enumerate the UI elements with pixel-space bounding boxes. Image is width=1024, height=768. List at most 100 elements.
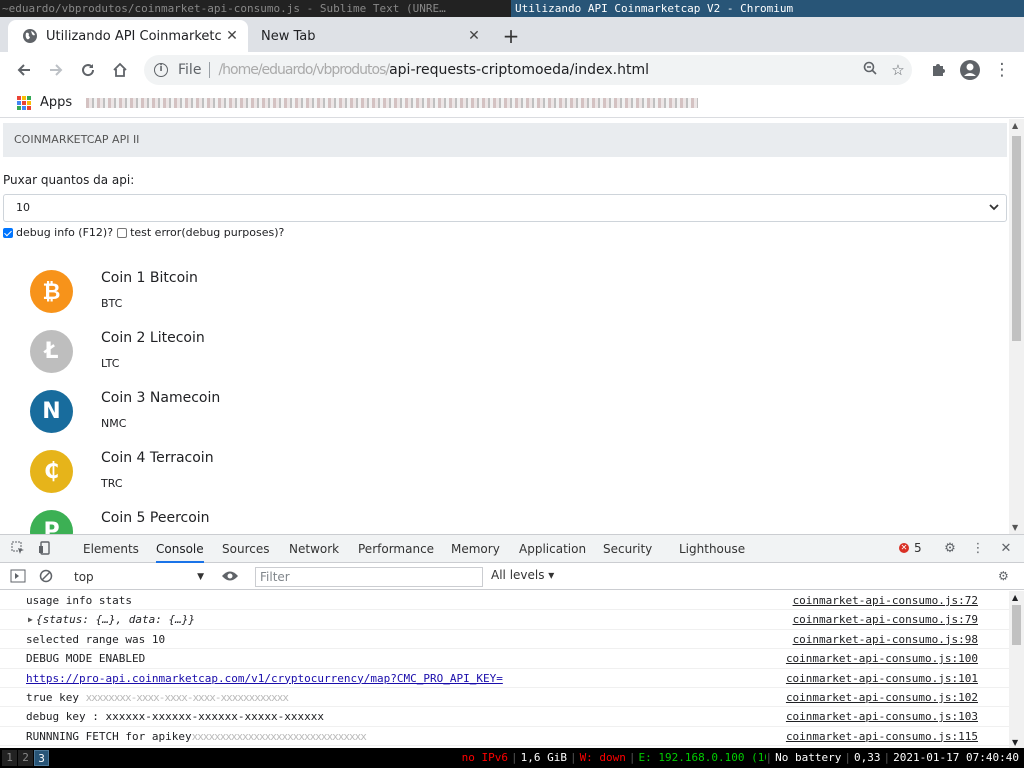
coin-symbol: LTC — [101, 357, 120, 370]
window-manager-titlebar: ~eduardo/vbprodutos/coinmarket-api-consu… — [0, 0, 1024, 17]
console-source-link[interactable]: coinmarket-api-consumo.js:101 — [786, 669, 978, 688]
close-tab-icon[interactable]: ✕ — [464, 28, 484, 44]
console-message: DEBUG MODE ENABLED coinmarket-api-consumo… — [0, 649, 1024, 669]
load-status: 0,33 — [854, 751, 881, 764]
url-text[interactable]: /home/eduardo/vbprodutos/api-requests-cr… — [218, 62, 856, 78]
console-message: https://pro-api.coinmarketcap.com/v1/cry… — [0, 669, 1024, 688]
settings-gear-icon[interactable]: ⚙ — [942, 541, 958, 557]
devtools-tab-security[interactable]: Security — [603, 535, 652, 563]
scrollbar-thumb[interactable] — [1012, 136, 1021, 341]
menu-kebab-icon[interactable]: ⋮ — [986, 54, 1018, 86]
workspace-3[interactable]: 3 — [34, 750, 49, 766]
coin-logo-icon: P — [30, 510, 73, 534]
back-button[interactable] — [8, 54, 40, 86]
devtools-tab-bar: Elements Console Sources Network Performance… — [0, 535, 1024, 563]
forward-button[interactable] — [40, 54, 72, 86]
console-scrollbar[interactable]: ▲ ▼ — [1009, 591, 1024, 749]
home-button[interactable] — [104, 54, 136, 86]
console-source-link[interactable]: coinmarket-api-consumo.js:72 — [793, 591, 978, 610]
address-bar[interactable]: i File /home/eduardo/vbprodutos/api-requ… — [144, 55, 912, 85]
devtools-tab-application[interactable]: Application — [519, 535, 586, 563]
scroll-down-arrow-icon[interactable]: ▼ — [1012, 523, 1018, 532]
workspace-2[interactable]: 2 — [18, 750, 33, 766]
close-tab-icon[interactable]: ✕ — [222, 28, 242, 44]
devtools-tab-memory[interactable]: Memory — [451, 535, 500, 563]
coin-item: N Coin 3 Namecoin NMC — [30, 390, 530, 450]
error-counter[interactable]: ✕ 5 — [899, 541, 922, 555]
debug-options: debug info (F12)? test error(debug purpo… — [3, 226, 284, 239]
context-selector[interactable]: top ▼ — [74, 568, 206, 586]
test-error-checkbox[interactable] — [117, 227, 128, 238]
log-levels-dropdown[interactable]: All levels ▾ — [491, 568, 554, 582]
console-text: debug key : xxxxxx-xxxxxx-xxxxxx-xxxxx-x… — [26, 710, 325, 724]
coin-item: PCoin 5 PeercoinPPC — [30, 510, 530, 534]
reload-button[interactable] — [72, 54, 104, 86]
debug-checkbox[interactable] — [3, 227, 13, 238]
active-window-title[interactable]: Utilizando API Coinmarketcap V2 - Chromi… — [511, 0, 1024, 17]
devtools-tab-elements[interactable]: Elements — [83, 535, 139, 563]
coin-item: ₿ Coin 1 Bitcoin BTC — [30, 270, 530, 330]
extensions-puzzle-icon[interactable] — [922, 54, 954, 86]
ethernet-status: E: 192.168.0.100 (1000 Mbit/s) — [638, 751, 766, 764]
inspect-element-icon[interactable] — [10, 541, 26, 557]
console-source-link[interactable]: coinmarket-api-consumo.js:79 — [793, 610, 978, 629]
devtools-tab-network[interactable]: Network — [289, 535, 339, 563]
devtools-tab-lighthouse[interactable]: Lighthouse — [679, 535, 745, 563]
pull-count-select[interactable]: 10 — [3, 194, 1007, 222]
eye-icon[interactable] — [221, 569, 239, 586]
browser-tab-strip: Utilizando API Coinmarketcap V2 ✕ New Ta… — [0, 17, 1024, 52]
devtools-tab-sources[interactable]: Sources — [222, 535, 269, 563]
scroll-up-arrow-icon[interactable]: ▲ — [1012, 121, 1018, 130]
home-icon — [113, 62, 127, 77]
coin-symbol: TRC — [101, 477, 123, 490]
console-text: RUNNNING FETCH for apikey — [26, 729, 192, 743]
coin-symbol: BTC — [101, 297, 123, 310]
console-text[interactable]: {status: {…}, data: {…}} — [26, 613, 195, 626]
tab-new-tab[interactable]: New Tab ✕ — [250, 20, 490, 52]
console-source-link[interactable]: coinmarket-api-consumo.js:115 — [786, 727, 978, 746]
scroll-down-arrow-icon[interactable]: ▼ — [1012, 738, 1018, 747]
console-message: true key xxxxxxxx-xxxx-xxxx-xxxx-xxxxxxx… — [0, 688, 1024, 708]
page-scrollbar[interactable]: ▲ ▼ — [1009, 119, 1024, 534]
console-settings-gear-icon[interactable]: ⚙ — [998, 569, 1009, 583]
bookmark-star-icon[interactable]: ☆ — [884, 61, 912, 79]
battery-status: No battery — [775, 751, 842, 764]
window-manager-statusbar: 1 2 3 no IPv6 | 1,6 GiB | W: down | E: 192.… — [0, 748, 1024, 768]
close-devtools-icon[interactable]: ✕ — [998, 541, 1014, 557]
console-link[interactable]: https://pro-api.coinmarketcap.com/v1/cry… — [26, 672, 503, 685]
scrollbar-thumb[interactable] — [1012, 605, 1021, 645]
console-source-link[interactable]: coinmarket-api-consumo.js:102 — [786, 688, 978, 707]
profile-avatar-icon[interactable] — [954, 54, 986, 86]
expand-triangle-icon[interactable]: ▶ — [28, 610, 33, 629]
new-tab-button[interactable]: + — [500, 25, 522, 47]
info-icon[interactable]: i — [154, 63, 168, 77]
zoom-icon[interactable] — [856, 61, 884, 79]
console-filter-input[interactable]: Filter — [255, 567, 483, 587]
console-text: true key — [26, 690, 86, 704]
select-value: 10 — [16, 201, 30, 214]
clock: 2021-01-17 07:40:40 — [893, 751, 1019, 764]
url-blurred-path: /home/eduardo/vbprodutos/ — [218, 62, 390, 78]
devtools-tab-console[interactable]: Console — [156, 535, 204, 563]
coin-symbol: NMC — [101, 417, 127, 430]
console-text: selected range was 10 — [26, 632, 166, 646]
apps-bookmark[interactable]: Apps — [40, 95, 72, 110]
sidebar-toggle-icon[interactable] — [10, 569, 26, 586]
device-toolbar-icon[interactable] — [37, 541, 53, 557]
console-source-link[interactable]: coinmarket-api-consumo.js:100 — [786, 649, 978, 668]
more-kebab-icon[interactable]: ⋮ — [970, 541, 986, 557]
apps-grid-icon[interactable] — [17, 95, 31, 110]
tab-active[interactable]: Utilizando API Coinmarketcap V2 ✕ — [8, 20, 248, 52]
inactive-window-title[interactable]: ~eduardo/vbprodutos/coinmarket-api-consu… — [0, 0, 511, 17]
coin-name: Coin 1 Bitcoin — [101, 270, 198, 286]
chevron-down-icon — [988, 195, 1000, 230]
console-message: debug key : xxxxxx-xxxxxx-xxxxxx-xxxxx-x… — [0, 707, 1024, 727]
workspace-1[interactable]: 1 — [2, 750, 17, 766]
console-source-link[interactable]: coinmarket-api-consumo.js:98 — [793, 630, 978, 649]
debug-label: debug info (F12)? — [16, 226, 114, 239]
console-source-link[interactable]: coinmarket-api-consumo.js:103 — [786, 707, 978, 726]
scroll-up-arrow-icon[interactable]: ▲ — [1012, 593, 1018, 602]
devtools-tab-performance[interactable]: Performance — [358, 535, 434, 563]
clear-console-icon[interactable] — [39, 569, 53, 586]
status-line: no IPv6 | 1,6 GiB | W: down | E: 192.168.0.… — [459, 748, 1022, 768]
